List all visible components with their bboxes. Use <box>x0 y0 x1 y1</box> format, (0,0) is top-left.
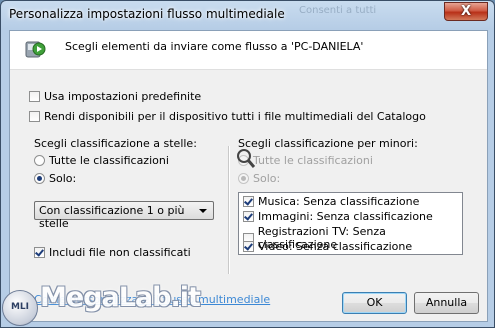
star-all-label: Tutte le classificazioni <box>49 154 169 167</box>
parental-heading: Scegli classificazione per minori: <box>238 137 418 150</box>
list-item-video[interactable]: Video: Senza classificazione <box>243 240 412 253</box>
video-checkbox[interactable] <box>243 241 254 252</box>
star-all-radio[interactable] <box>34 155 45 166</box>
include-unrated-option[interactable]: Includi file non classificati <box>34 246 191 259</box>
dialog-window: Personalizza impostazioni flusso multime… <box>0 0 495 328</box>
list-item-music[interactable]: Musica: Senza classificazione <box>243 195 419 208</box>
list-item-images[interactable]: Immagini: Senza classificazione <box>243 210 433 223</box>
images-checkbox[interactable] <box>243 211 254 222</box>
parental-only-option[interactable]: Solo: <box>238 172 280 185</box>
star-only-radio[interactable] <box>34 173 45 184</box>
make-available-label: Rendi disponibili per il dispositivo tut… <box>44 110 426 123</box>
include-unrated-label: Includi file non classificati <box>49 246 191 259</box>
background-window-text: Consenti a tutti <box>299 5 377 16</box>
magnifier-cursor-icon <box>237 149 256 168</box>
window-title: Personalizza impostazioni flusso multime… <box>9 7 285 21</box>
parental-only-radio[interactable] <box>238 173 249 184</box>
images-label: Immagini: Senza classificazione <box>258 210 433 223</box>
parental-only-label: Solo: <box>253 172 281 185</box>
column-divider <box>228 146 230 274</box>
make-available-checkbox[interactable] <box>29 111 40 122</box>
dropdown-value: Con classificazione 1 o più stelle <box>39 204 185 230</box>
close-button[interactable]: X <box>444 2 488 21</box>
use-defaults-option[interactable]: Usa impostazioni predefinite <box>29 90 201 103</box>
use-defaults-label: Usa impostazioni predefinite <box>44 90 202 103</box>
include-unrated-checkbox[interactable] <box>34 247 45 258</box>
use-defaults-checkbox[interactable] <box>29 91 40 102</box>
cancel-button[interactable]: Annulla <box>414 292 479 314</box>
title-bar[interactable]: Personalizza impostazioni flusso multime… <box>1 1 494 29</box>
watermark-badge-text: MLI <box>10 302 30 312</box>
star-only-option[interactable]: Solo: <box>34 172 76 185</box>
header-text: Scegli elementi da inviare come flusso a… <box>65 40 364 53</box>
video-label: Video: Senza classificazione <box>258 240 413 253</box>
watermark-text: MegaLab.it <box>40 282 201 313</box>
watermark: MLI MegaLab.it <box>0 282 201 328</box>
dialog-header: Scegli elementi da inviare come flusso a… <box>10 31 487 70</box>
chevron-down-icon <box>199 209 207 213</box>
make-available-option[interactable]: Rendi disponibili per il dispositivo tut… <box>29 110 426 123</box>
media-stream-icon <box>25 41 46 58</box>
parental-rating-list[interactable]: Musica: Senza classificazione Immagini: … <box>238 192 463 255</box>
close-icon: X <box>460 4 472 19</box>
star-rating-heading: Scegli classificazione a stelle: <box>34 137 197 150</box>
parental-all-option[interactable]: Tutte le classificazioni <box>238 154 373 167</box>
star-only-label: Solo: <box>49 172 77 185</box>
star-rating-dropdown[interactable]: Con classificazione 1 o più stelle <box>34 201 214 230</box>
ok-button[interactable]: OK <box>342 292 407 314</box>
watermark-badge: MLI <box>2 290 38 326</box>
parental-all-label: Tutte le classificazioni <box>253 154 373 167</box>
dialog-body: Scegli elementi da inviare come flusso a… <box>9 30 488 322</box>
star-all-option[interactable]: Tutte le classificazioni <box>34 154 169 167</box>
music-label: Musica: Senza classificazione <box>258 195 420 208</box>
music-checkbox[interactable] <box>243 196 254 207</box>
